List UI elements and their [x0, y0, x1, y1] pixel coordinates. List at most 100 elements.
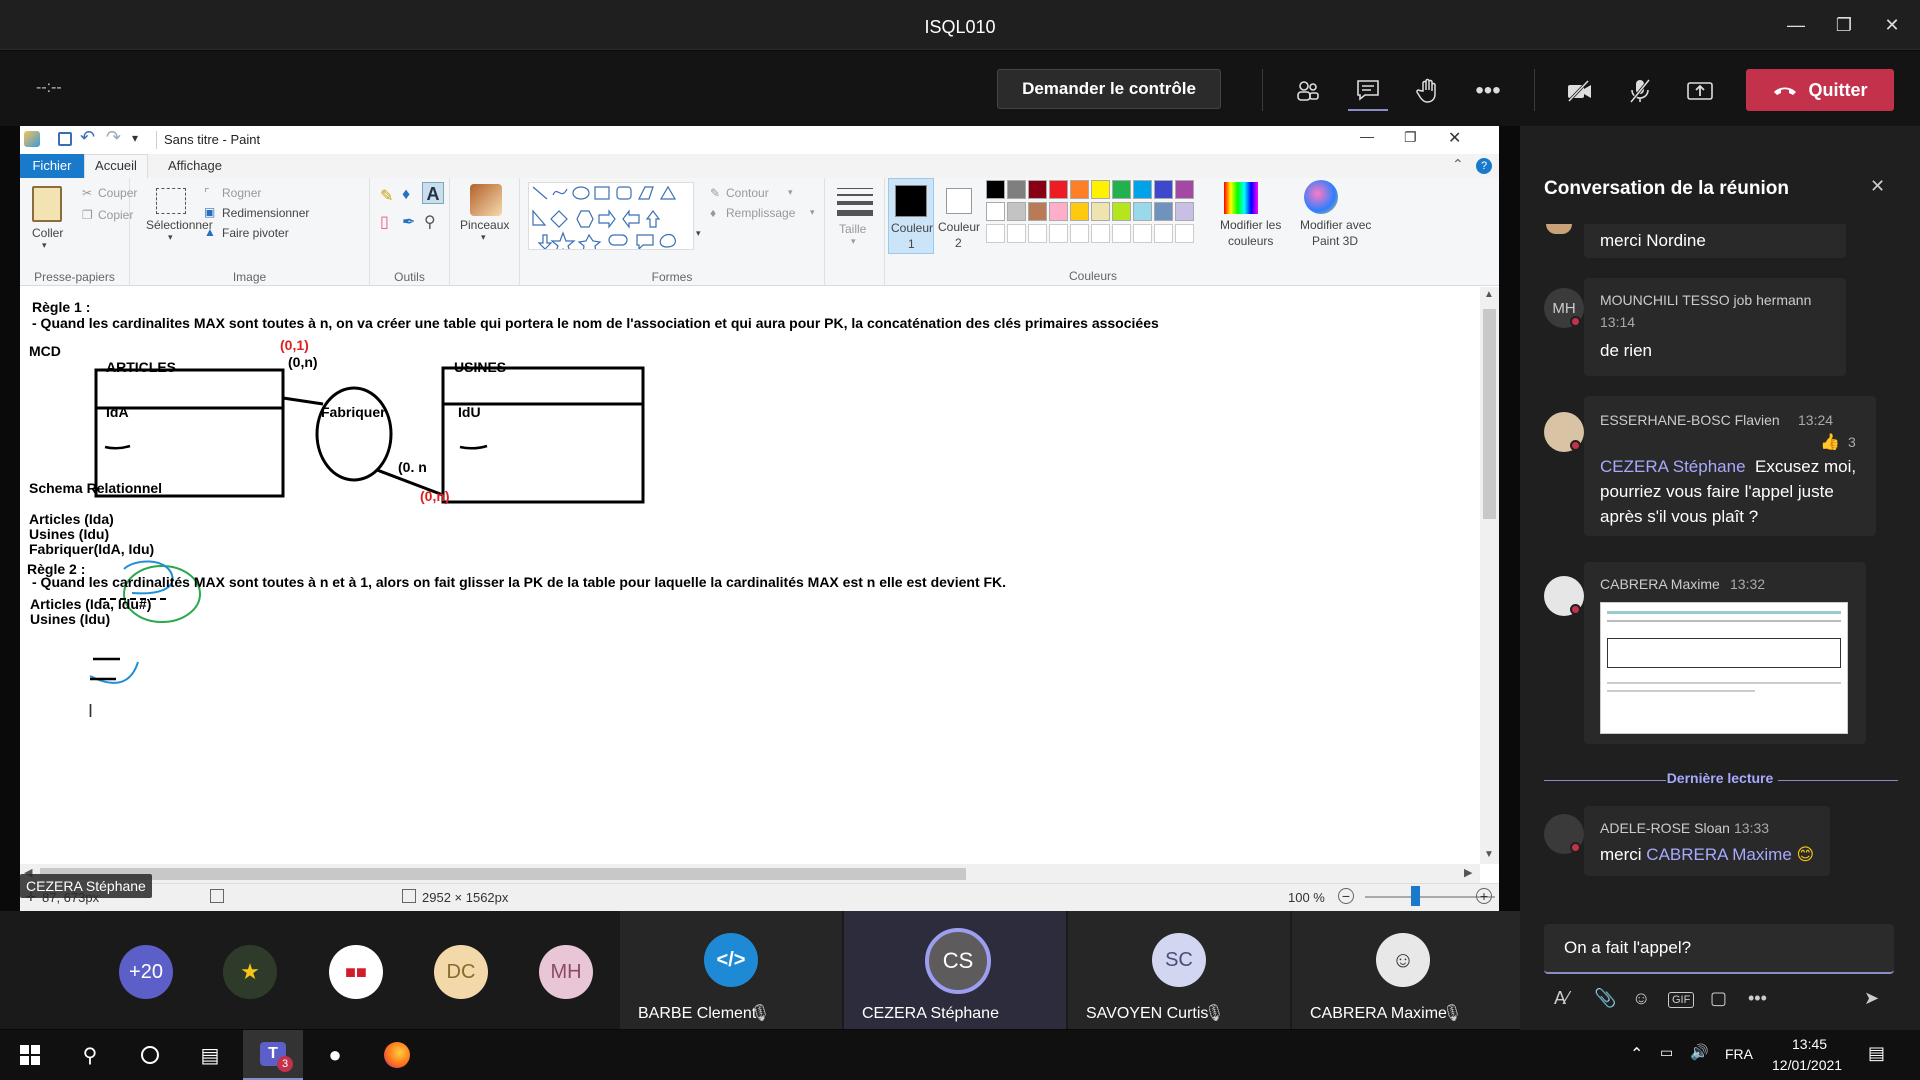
clock-time[interactable]: 13:45: [1792, 1036, 1827, 1052]
select-button[interactable]: Sélectionner: [146, 218, 213, 232]
select-icon[interactable]: [156, 188, 186, 214]
vertical-scroll-thumb[interactable]: [1483, 309, 1496, 519]
clock-date[interactable]: 12/01/2021: [1772, 1057, 1842, 1073]
share-screen-icon[interactable]: [1680, 71, 1720, 111]
quick-access-dropdown-icon[interactable]: ▾: [132, 131, 138, 145]
paste-icon[interactable]: [32, 186, 62, 222]
format-icon[interactable]: A⁄: [1554, 988, 1569, 1009]
palette-swatch[interactable]: [1133, 180, 1152, 199]
scroll-right-icon[interactable]: ▶: [1464, 866, 1472, 879]
scroll-down-icon[interactable]: ▼: [1484, 849, 1494, 860]
participant-tile[interactable]: ☺ CABRERA Maxime 🎙: [1292, 911, 1520, 1029]
outline-button[interactable]: Contour: [726, 186, 769, 200]
resize-button[interactable]: Redimensionner: [222, 206, 309, 220]
custom-color-slot[interactable]: [986, 224, 1005, 243]
magnifier-icon[interactable]: ⚲: [424, 212, 436, 232]
text-icon[interactable]: A: [422, 182, 444, 204]
cortana-icon[interactable]: [120, 1030, 180, 1080]
thumbs-up-icon[interactable]: 👍: [1820, 432, 1840, 452]
undo-icon[interactable]: ↶: [80, 127, 95, 148]
palette-swatch[interactable]: [1112, 180, 1131, 199]
size-icon[interactable]: [837, 186, 873, 216]
paint3d-label1[interactable]: Modifier avec: [1300, 218, 1371, 232]
rotate-button[interactable]: Faire pivoter: [222, 226, 289, 240]
compose-input[interactable]: On a fait l'appel?: [1564, 938, 1691, 958]
custom-color-slot[interactable]: [1175, 224, 1194, 243]
avatar[interactable]: ■■: [329, 945, 383, 999]
color2-selector[interactable]: Couleur 2: [936, 178, 982, 254]
horizontal-scroll-thumb[interactable]: [40, 868, 966, 880]
close-window-icon[interactable]: ✕: [1872, 10, 1912, 40]
more-options-icon[interactable]: •••: [1468, 71, 1508, 111]
firefox-icon[interactable]: [367, 1030, 427, 1080]
palette-swatch[interactable]: [1049, 180, 1068, 199]
fill-button[interactable]: Remplissage: [726, 206, 795, 220]
palette-swatch[interactable]: [1175, 180, 1194, 199]
custom-color-slot[interactable]: [1007, 224, 1026, 243]
palette-swatch[interactable]: [1028, 180, 1047, 199]
custom-color-slot[interactable]: [1154, 224, 1173, 243]
avatar[interactable]: DC: [434, 945, 488, 999]
brushes-dropdown-icon[interactable]: ▾: [481, 232, 486, 243]
palette-swatch[interactable]: [1154, 180, 1173, 199]
avatar[interactable]: MH: [539, 945, 593, 999]
palette-swatch[interactable]: [1133, 202, 1152, 221]
mention[interactable]: CEZERA Stéphane: [1600, 457, 1746, 476]
color-picker-icon[interactable]: ✒: [402, 212, 415, 232]
paste-button[interactable]: Coller: [32, 226, 63, 240]
language-indicator[interactable]: FRA: [1725, 1046, 1753, 1062]
mention[interactable]: CABRERA Maxime: [1646, 845, 1791, 864]
palette-swatch[interactable]: [1028, 202, 1047, 221]
sticker-icon[interactable]: ▢: [1710, 988, 1727, 1009]
palette-swatch[interactable]: [1007, 202, 1026, 221]
edit-colors-label2[interactable]: couleurs: [1228, 234, 1273, 248]
help-icon[interactable]: ?: [1476, 158, 1492, 174]
eraser-icon[interactable]: ▯: [380, 212, 389, 232]
fill-icon[interactable]: ♦: [402, 186, 410, 204]
custom-color-slot[interactable]: [1028, 224, 1047, 243]
participant-tile[interactable]: CS CEZERA Stéphane: [844, 911, 1066, 1029]
palette-swatch[interactable]: [1091, 180, 1110, 199]
palette-swatch[interactable]: [1154, 202, 1173, 221]
leave-meeting-button[interactable]: Quitter: [1746, 69, 1894, 111]
camera-off-icon[interactable]: [1560, 71, 1600, 111]
zoom-out-icon[interactable]: −: [1338, 888, 1354, 904]
scroll-up-icon[interactable]: ▲: [1484, 289, 1494, 300]
vertical-scrollbar[interactable]: ▲ ▼: [1480, 287, 1499, 864]
participant-tile[interactable]: </> BARBE Clement 🎙: [620, 911, 842, 1029]
search-icon[interactable]: ⚲: [60, 1030, 120, 1080]
edit-colors-label1[interactable]: Modifier les: [1220, 218, 1281, 232]
palette-swatch[interactable]: [986, 202, 1005, 221]
close-chat-icon[interactable]: ✕: [1870, 176, 1885, 197]
more-compose-options-icon[interactable]: •••: [1748, 988, 1767, 1009]
tab-home[interactable]: Accueil: [84, 154, 148, 178]
notifications-icon[interactable]: ▤: [1868, 1043, 1885, 1064]
task-view-icon[interactable]: ▤: [180, 1030, 240, 1080]
compose-box[interactable]: On a fait l'appel?: [1544, 924, 1894, 974]
color1-selector[interactable]: Couleur 1: [888, 178, 934, 254]
palette-swatch[interactable]: [986, 180, 1005, 199]
teams-taskbar-icon[interactable]: T 3: [243, 1030, 303, 1080]
custom-color-slot[interactable]: [1112, 224, 1131, 243]
zoom-in-icon[interactable]: +: [1476, 888, 1492, 904]
paint-close-icon[interactable]: ✕: [1448, 128, 1461, 148]
tab-file[interactable]: Fichier: [20, 154, 84, 178]
palette-swatch[interactable]: [1070, 180, 1089, 199]
palette-swatch[interactable]: [1175, 202, 1194, 221]
paint3d-icon[interactable]: [1304, 180, 1338, 214]
restore-icon[interactable]: ❐: [1824, 10, 1864, 40]
custom-color-slot[interactable]: [1070, 224, 1089, 243]
custom-color-slot[interactable]: [1049, 224, 1068, 243]
microphone-off-icon[interactable]: [1620, 71, 1660, 111]
custom-color-slot[interactable]: [1133, 224, 1152, 243]
edit-colors-icon[interactable]: [1224, 182, 1258, 214]
size-dropdown-icon[interactable]: ▾: [851, 236, 856, 247]
more-participants-button[interactable]: +20: [119, 945, 173, 999]
brushes-button[interactable]: Pinceaux: [460, 218, 509, 232]
horizontal-scrollbar[interactable]: ◀ ▶: [20, 864, 1480, 883]
shapes-gallery[interactable]: [528, 182, 694, 256]
paint-canvas[interactable]: Règle 1 : - Quand les cardinalites MAX s…: [20, 287, 1480, 864]
request-control-button[interactable]: Demander le contrôle: [997, 69, 1221, 109]
size-button[interactable]: Taille: [839, 222, 866, 236]
fill-dropdown-icon[interactable]: ▾: [810, 207, 815, 218]
